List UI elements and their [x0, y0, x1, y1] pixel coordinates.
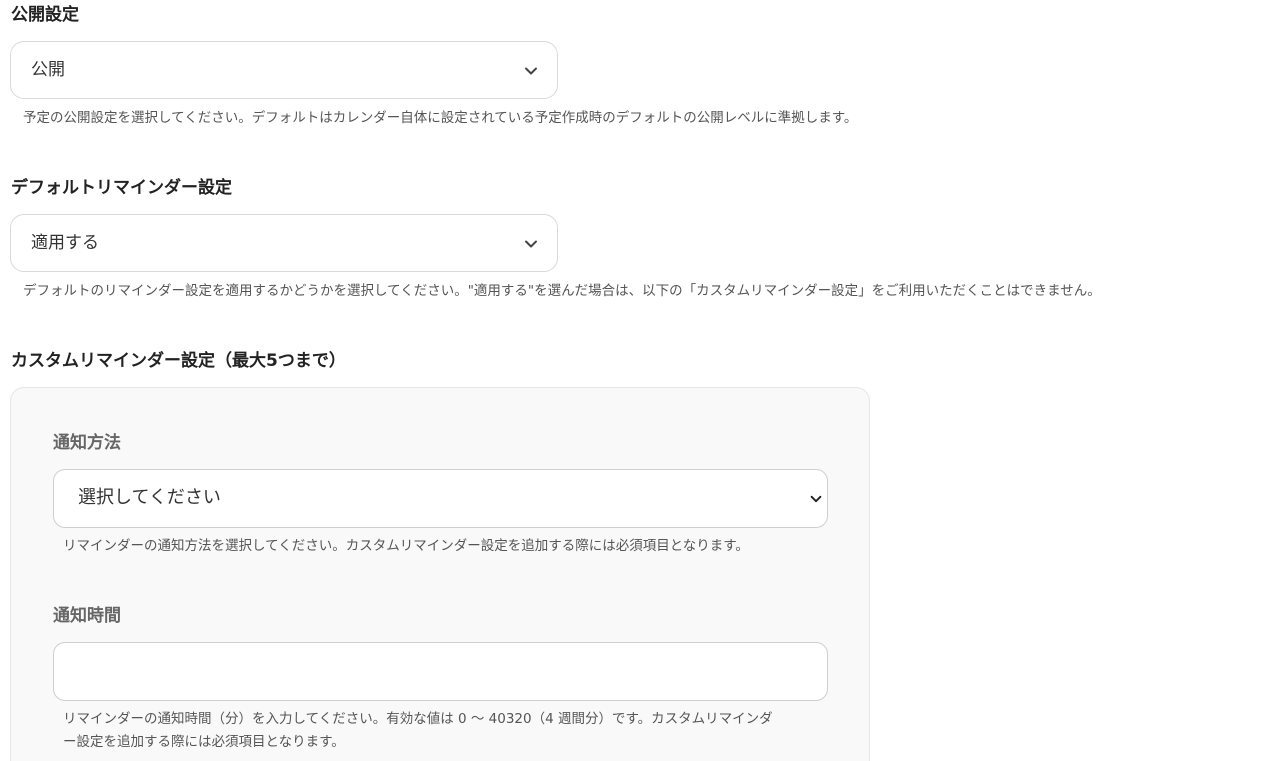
- settings-page: 公開設定 公開 予定の公開設定を選択してください。デフォルトはカレンダー自体に設…: [0, 0, 1278, 761]
- chevron-down-icon: [525, 67, 537, 75]
- notification-method-select[interactable]: 選択してください: [53, 469, 828, 528]
- notification-method-selected-value: 選択してください: [78, 487, 221, 508]
- notification-time-help-line2: ー設定を追加する際には必須項目となります。: [63, 734, 345, 750]
- notification-time-input[interactable]: [53, 642, 828, 701]
- chevron-down-icon: [525, 240, 537, 248]
- default-reminder-title: デフォルトリマインダー設定: [11, 178, 232, 198]
- default-reminder-selected-value: 適用する: [31, 233, 99, 253]
- visibility-selected-value: 公開: [31, 60, 65, 80]
- default-reminder-help: デフォルトのリマインダー設定を適用するかどうかを選択してください。"適用する"を…: [23, 283, 1101, 299]
- custom-reminder-title: カスタムリマインダー設定（最大5つまで）: [11, 351, 346, 371]
- custom-reminder-panel: [10, 387, 870, 761]
- notification-method-help: リマインダーの通知方法を選択してください。カスタムリマインダー設定を追加する際に…: [63, 538, 749, 554]
- notification-method-label: 通知方法: [53, 433, 121, 453]
- chevron-down-icon: [810, 495, 822, 503]
- notification-time-label: 通知時間: [53, 606, 121, 626]
- visibility-select[interactable]: 公開: [10, 41, 558, 99]
- notification-time-help-line1: リマインダーの通知時間（分）を入力してください。有効な値は 0 〜 40320（…: [63, 711, 773, 727]
- visibility-title: 公開設定: [11, 5, 79, 25]
- visibility-help: 予定の公開設定を選択してください。デフォルトはカレンダー自体に設定されている予定…: [23, 110, 858, 126]
- default-reminder-select[interactable]: 適用する: [10, 214, 558, 272]
